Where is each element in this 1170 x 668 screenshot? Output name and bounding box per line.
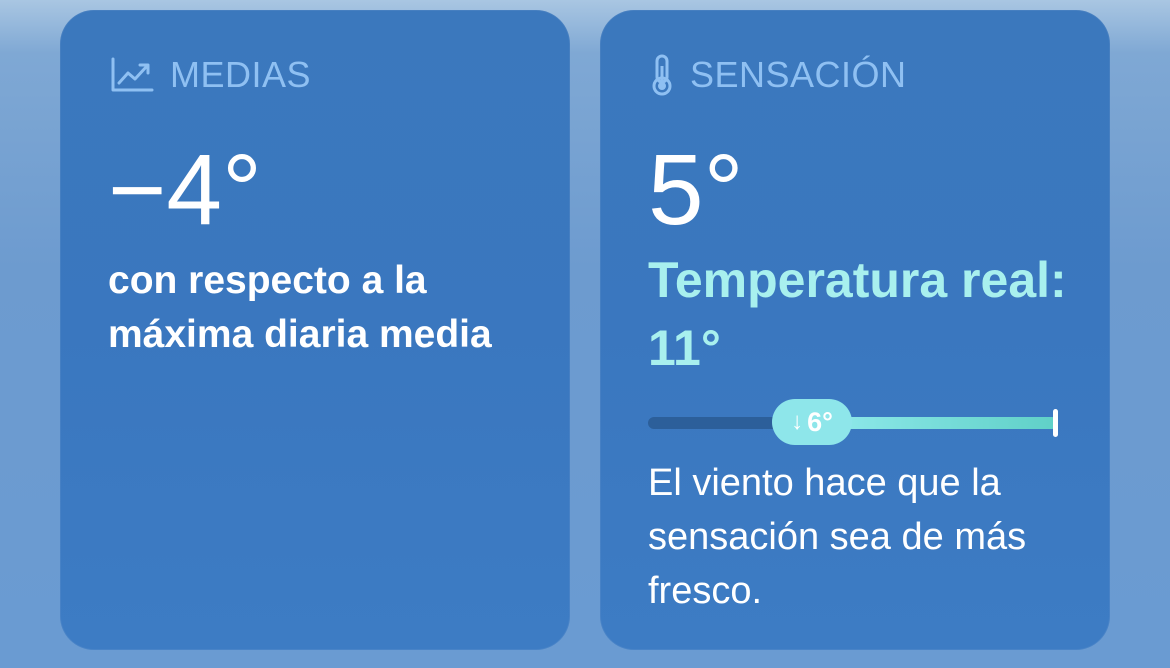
averages-header: MEDIAS	[110, 54, 311, 96]
feels-like-value: 5°	[648, 134, 744, 246]
feels-like-title: SENSACIÓN	[690, 54, 907, 95]
arrow-down-icon: ↓	[791, 408, 804, 435]
feels-like-bar: ↓ 6°	[648, 399, 1058, 445]
averages-description: con respecto a la máxima diaria media	[108, 259, 492, 356]
wind-chill-value: 6°	[807, 406, 833, 437]
trend-chart-icon	[110, 57, 154, 93]
bar-end-marker	[1053, 409, 1058, 437]
feels-like-description: El viento hace que la sensación sea de m…	[648, 462, 1027, 612]
feels-like-card[interactable]: SENSACIÓN 5° Temperatura real: 11° ↓ 6° …	[600, 10, 1110, 650]
real-temperature: Temperatura real: 11°	[648, 252, 1067, 376]
feels-like-bar-fill	[832, 417, 1058, 429]
feels-like-header: SENSACIÓN	[650, 54, 907, 96]
thermometer-icon	[650, 54, 674, 96]
wind-chill-badge: ↓ 6°	[772, 399, 852, 445]
averages-value: −4°	[108, 134, 263, 246]
averages-card[interactable]: MEDIAS −4° con respecto a la máxima diar…	[60, 10, 570, 650]
averages-title: MEDIAS	[170, 54, 312, 95]
